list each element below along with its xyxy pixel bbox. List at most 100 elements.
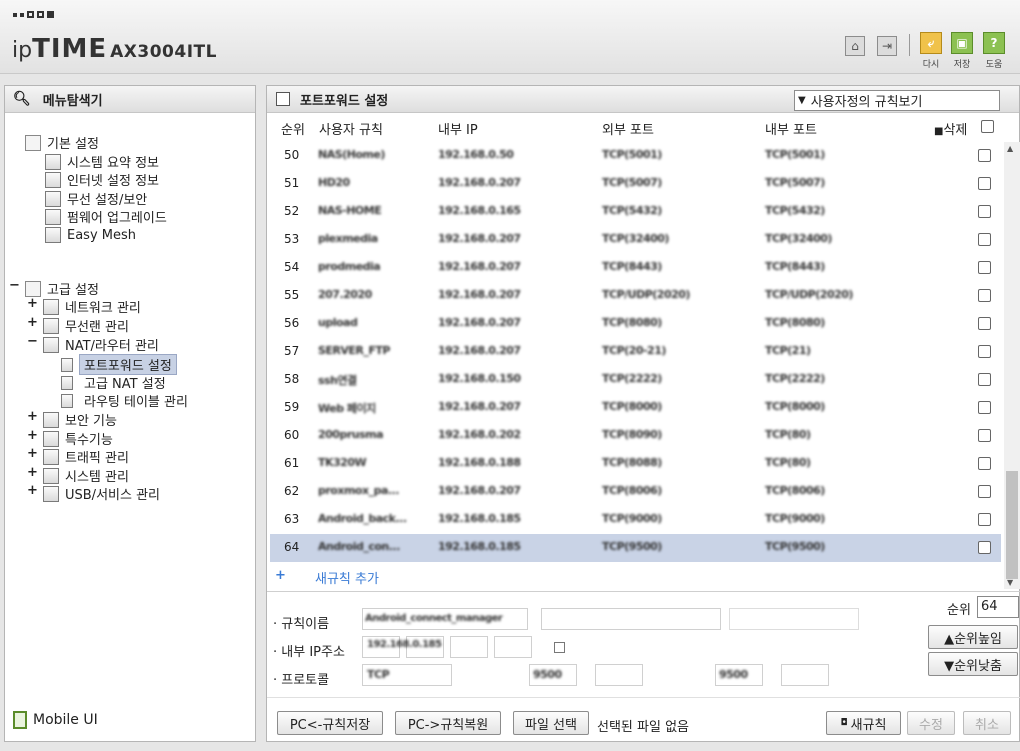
- table-row[interactable]: 54 prodmedia 192.168.0.207 TCP(8443) TCP(844…: [270, 254, 1001, 282]
- row-internal-port: TCP(8080): [765, 316, 825, 329]
- expand-network-toggle[interactable]: +: [27, 296, 38, 311]
- row-delete-checkbox[interactable]: [978, 233, 991, 246]
- ip-octet-3[interactable]: [450, 636, 488, 658]
- row-order: 55: [284, 288, 300, 302]
- tree-easy-mesh[interactable]: Easy Mesh: [45, 227, 136, 243]
- table-scrollbar[interactable]: ▲ ▼: [1004, 142, 1020, 589]
- row-delete-checkbox[interactable]: [978, 205, 991, 218]
- table-row[interactable]: 62 proxmox_pa... 192.168.0.207 TCP(8006) TCP…: [270, 478, 1001, 506]
- table-row[interactable]: 52 NAS-HOME 192.168.0.165 TCP(5432) TCP(5432…: [270, 198, 1001, 226]
- table-row[interactable]: 50 NAS(Home) 192.168.0.50 TCP(5001) TCP(5001…: [270, 142, 1001, 170]
- save-to-pc-button[interactable]: PC<-규칙저장: [277, 711, 383, 735]
- ip-octet-4[interactable]: [494, 636, 532, 658]
- ip-lookup-checkbox[interactable]: [554, 642, 565, 653]
- tree-port-forward[interactable]: 포트포워드 설정: [61, 354, 177, 375]
- int-port-end[interactable]: [781, 664, 829, 686]
- scroll-down-icon[interactable]: ▼: [1007, 578, 1013, 587]
- tree-routing-table[interactable]: 라우팅 테이블 관리: [61, 391, 188, 410]
- order-up-button[interactable]: ▲순위높임: [928, 625, 1018, 649]
- port-forward-panel: 포트포워드 설정 ▼ 사용자정의 규칙보기 순위 사용자 규칙 내부 IP 외부…: [266, 85, 1020, 742]
- expand-system-toggle[interactable]: +: [27, 465, 38, 480]
- row-delete-checkbox[interactable]: [978, 317, 991, 330]
- row-rule-name: Android_con...: [318, 540, 400, 553]
- table-row[interactable]: 63 Android_back... 192.168.0.185 TCP(9000) T…: [270, 506, 1001, 534]
- expand-special-toggle[interactable]: +: [27, 428, 38, 443]
- table-row[interactable]: 53 plexmedia 192.168.0.207 TCP(32400) TCP(32…: [270, 226, 1001, 254]
- select-all-checkbox[interactable]: [981, 120, 994, 133]
- rule-name-input[interactable]: Android_connect_manager: [362, 608, 528, 630]
- tree-basic-settings[interactable]: 기본 설정: [25, 133, 99, 152]
- tree-internet-info[interactable]: 인터넷 설정 정보: [45, 170, 159, 189]
- row-internal-port: TCP(80): [765, 428, 811, 441]
- mobile-ui-link[interactable]: Mobile UI: [13, 711, 98, 729]
- tree-nat-router[interactable]: NAT/라우터 관리: [43, 335, 159, 354]
- file-select-button[interactable]: 파일 선택: [513, 711, 589, 735]
- tree-usb-service[interactable]: USB/서비스 관리: [43, 484, 160, 503]
- row-delete-checkbox[interactable]: [978, 401, 991, 414]
- row-delete-checkbox[interactable]: [978, 457, 991, 470]
- help-icon[interactable]: ?: [983, 32, 1005, 54]
- cancel-button[interactable]: 취소: [963, 711, 1011, 735]
- table-row[interactable]: 59 Web 페이지 192.168.0.207 TCP(8000) TCP(8000): [270, 394, 1001, 422]
- ext-port-end[interactable]: [595, 664, 643, 686]
- page-icon: [61, 357, 73, 372]
- add-rule-link[interactable]: + 새규칙 추가: [275, 568, 379, 587]
- row-order: 58: [284, 372, 300, 386]
- expand-security-toggle[interactable]: +: [27, 409, 38, 424]
- protocol-select[interactable]: TCP: [362, 664, 452, 686]
- expand-wlan-toggle[interactable]: +: [27, 315, 38, 330]
- row-delete-checkbox[interactable]: [978, 541, 991, 554]
- row-rule-name: NAS(Home): [318, 148, 385, 161]
- scroll-thumb[interactable]: [1006, 471, 1018, 579]
- row-delete-checkbox[interactable]: [978, 177, 991, 190]
- tree-system[interactable]: 시스템 관리: [43, 466, 129, 485]
- row-delete-checkbox[interactable]: [978, 485, 991, 498]
- tree-wireless-security[interactable]: 무선 설정/보안: [45, 189, 147, 208]
- tree-special[interactable]: 특수기능: [43, 429, 113, 448]
- tree-advanced-nat[interactable]: 고급 NAT 설정: [61, 373, 166, 392]
- expand-usb-toggle[interactable]: +: [27, 483, 38, 498]
- table-row[interactable]: 58 ssh연결 192.168.0.150 TCP(2222) TCP(2222): [270, 366, 1001, 394]
- expand-traffic-toggle[interactable]: +: [27, 446, 38, 461]
- table-row[interactable]: 64 Android_con... 192.168.0.185 TCP(9500) TC…: [270, 534, 1001, 562]
- table-row[interactable]: 51 HD20 192.168.0.207 TCP(5007) TCP(5007): [270, 170, 1001, 198]
- tree-firmware-upgrade[interactable]: 펌웨어 업그레이드: [45, 207, 167, 226]
- new-rule-button[interactable]: ◘ 새규칙: [826, 711, 901, 735]
- tree-network-management[interactable]: 네트워크 관리: [43, 297, 141, 316]
- tree-traffic[interactable]: 트래픽 관리: [43, 447, 129, 466]
- row-delete-checkbox[interactable]: [978, 345, 991, 358]
- row-internal-ip: 192.168.0.185: [438, 540, 521, 553]
- rule-name-extra[interactable]: [541, 608, 721, 630]
- modify-button[interactable]: 수정: [907, 711, 955, 735]
- logout-icon[interactable]: ⇥: [877, 36, 897, 56]
- ext-port-start[interactable]: 9500: [529, 664, 577, 686]
- tree-system-summary[interactable]: 시스템 요약 정보: [45, 152, 159, 171]
- tree-security[interactable]: 보안 기능: [43, 410, 117, 429]
- view-select[interactable]: ▼ 사용자정의 규칙보기: [794, 90, 1000, 111]
- table-row[interactable]: 61 TK320W 192.168.0.188 TCP(8088) TCP(80): [270, 450, 1001, 478]
- table-row[interactable]: 56 upload 192.168.0.207 TCP(8080) TCP(8080): [270, 310, 1001, 338]
- home-icon[interactable]: ⌂: [845, 36, 865, 56]
- row-delete-checkbox[interactable]: [978, 149, 991, 162]
- row-delete-checkbox[interactable]: [978, 373, 991, 386]
- order-down-button[interactable]: ▼순위낮춤: [928, 652, 1018, 676]
- brand-logo: ipTIME AX3004ITL: [12, 34, 217, 64]
- table-row[interactable]: 57 SERVER_FTP 192.168.0.207 TCP(20-21) TCP(2…: [270, 338, 1001, 366]
- tree-wlan-management[interactable]: 무선랜 관리: [43, 316, 129, 335]
- row-delete-checkbox[interactable]: [978, 429, 991, 442]
- table-row[interactable]: 55 207.2020 192.168.0.207 TCP/UDP(2020) TCP/…: [270, 282, 1001, 310]
- scroll-up-icon[interactable]: ▲: [1007, 144, 1013, 153]
- restart-icon[interactable]: ⤶: [920, 32, 942, 54]
- order-input[interactable]: 64: [977, 596, 1019, 618]
- row-delete-checkbox[interactable]: [978, 513, 991, 526]
- row-delete-checkbox[interactable]: [978, 261, 991, 274]
- row-delete-checkbox[interactable]: [978, 289, 991, 302]
- save-icon[interactable]: ▣: [951, 32, 973, 54]
- table-row[interactable]: 60 200prusma 192.168.0.202 TCP(8090) TCP(80): [270, 422, 1001, 450]
- collapse-nat-toggle[interactable]: −: [27, 334, 38, 349]
- rule-name-extra2[interactable]: [729, 608, 859, 630]
- row-order: 50: [284, 148, 300, 162]
- restore-from-pc-button[interactable]: PC->규칙복원: [395, 711, 501, 735]
- collapse-advanced-toggle[interactable]: −: [9, 278, 20, 293]
- int-port-start[interactable]: 9500: [715, 664, 763, 686]
